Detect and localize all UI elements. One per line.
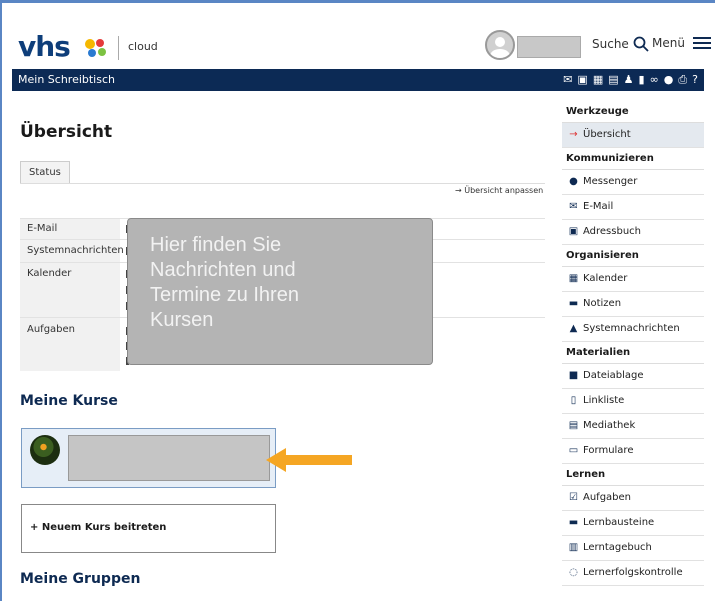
sidebar-item-systemnachrichten[interactable]: ▲ Systemnachrichten [562, 317, 704, 342]
page-title: Übersicht [20, 122, 113, 142]
sidebar-item-label: Systemnachrichten [583, 323, 680, 334]
sidebar-item-label: Formulare [583, 445, 634, 456]
status-label-systemnachrichten: Systemnachrichten [27, 245, 124, 256]
sidebar-item-label: Dateiablage [583, 370, 644, 381]
sidebar-item-email[interactable]: ✉ E-Mail [562, 195, 704, 220]
sidebar-item-kalender[interactable]: ▦ Kalender [562, 267, 704, 292]
overlay-line: Hier finden Sie [150, 234, 282, 256]
sidebar-item-lernerfolgskontrolle[interactable]: ◌ Lernerfolgskontrolle [562, 561, 704, 586]
search-label: Suche [592, 37, 629, 51]
sidebar-item-label: Linkliste [583, 395, 625, 406]
overlay-line: Kursen [150, 309, 214, 331]
course-thumbnail [30, 435, 60, 465]
adjust-overview-label: Übersicht anpassen [464, 186, 544, 195]
sidebar-item-aufgaben[interactable]: ☑ Aufgaben [562, 486, 704, 511]
arrow-icon: → [569, 129, 578, 140]
desk-title[interactable]: Mein Schreibtisch [18, 73, 115, 86]
search-icon [633, 36, 649, 52]
sidebar-item-adressbuch[interactable]: ▣ Adressbuch [562, 220, 704, 245]
status-label-aufgaben: Aufgaben [27, 324, 76, 335]
sidebar-item-label: Aufgaben [583, 492, 632, 503]
sidebar-item-label: Lernbausteine [583, 517, 655, 528]
notes-icon: ▬ [568, 298, 579, 309]
join-course-button[interactable]: + Neuem Kurs beitreten [21, 504, 276, 553]
mail-icon: ✉ [569, 201, 578, 212]
sidebar-item-label: Übersicht [583, 129, 631, 140]
navbar-icons: ✉ ▣ ▦ ▤ ♟ ▮ ∞ ● ⎙ ? [563, 73, 698, 87]
task-icon: ☑ [569, 492, 578, 503]
diary-icon: ▥ [568, 542, 579, 553]
sidebar-item-label: Mediathek [583, 420, 636, 431]
sidebar-section-kommunizieren: Kommunizieren [562, 148, 704, 170]
sidebar-item-label: Notizen [583, 298, 622, 309]
menu-button[interactable]: Menü [652, 36, 711, 50]
desk-navbar: Mein Schreibtisch ✉ ▣ ▦ ▤ ♟ ▮ ∞ ● ⎙ ? [12, 69, 704, 91]
addressbook-icon: ▣ [568, 226, 579, 237]
status-label-email: E-Mail [27, 223, 58, 234]
sidebar-item-formulare[interactable]: ▭ Formulare [562, 439, 704, 464]
adjust-overview-link[interactable]: → Übersicht anpassen [455, 186, 543, 195]
calendar-icon: ▦ [568, 273, 579, 284]
sidebar-section-organisieren: Organisieren [562, 245, 704, 267]
username-redacted[interactable] [517, 36, 581, 58]
tab-status[interactable]: Status [20, 161, 70, 184]
sidebar-item-mediathek[interactable]: ▤ Mediathek [562, 414, 704, 439]
courses-heading: Meine Kurse [20, 393, 118, 409]
sidebar-item-notizen[interactable]: ▬ Notizen [562, 292, 704, 317]
top-bar: vhs cloud Suche Menü [12, 20, 712, 68]
sidebar-item-lerntagebuch[interactable]: ▥ Lerntagebuch [562, 536, 704, 561]
status-label-kalender: Kalender [27, 268, 72, 279]
logo-cloud-label: cloud [128, 40, 158, 53]
mail-icon[interactable]: ✉ [563, 73, 572, 87]
print-icon[interactable]: ⎙ [678, 73, 687, 87]
tooltip-overlay: Hier finden Sie Nachrichten und Termine … [127, 218, 433, 365]
course-card[interactable] [21, 428, 276, 488]
search-button[interactable]: Suche [592, 36, 649, 52]
sidebar-section-lernen: Lernen [562, 464, 704, 486]
sidebar-item-label: Messenger [583, 176, 638, 187]
menu-label: Menü [652, 36, 685, 50]
linklist-icon: ▯ [570, 395, 577, 406]
overlay-line: Nachrichten und [150, 259, 296, 281]
logo-separator [118, 36, 119, 60]
logo-dots-icon [85, 39, 106, 57]
course-name-redacted[interactable] [68, 435, 270, 481]
sidebar-item-label: Lernerfolgskontrolle [583, 567, 683, 578]
form-icon: ▭ [568, 445, 579, 456]
pointer-arrow-icon [266, 448, 352, 472]
sidebar-item-lernbausteine[interactable]: ▬ Lernbausteine [562, 511, 704, 536]
hamburger-icon [692, 37, 711, 49]
sidebar-item-uebersicht[interactable]: → Übersicht [562, 123, 704, 148]
sidebar-item-messenger[interactable]: ● Messenger [562, 170, 704, 195]
warning-icon: ▲ [569, 323, 578, 334]
help-icon[interactable]: ? [692, 73, 698, 87]
sidebar-item-linkliste[interactable]: ▯ Linkliste [562, 389, 704, 414]
messenger-icon: ● [569, 176, 578, 187]
link-icon[interactable]: ∞ [650, 73, 659, 87]
media-icon: ▤ [568, 420, 579, 431]
calendar-icon[interactable]: ▦ [593, 73, 603, 87]
status-label-column [20, 218, 120, 371]
sidebar-item-dateiablage[interactable]: ■ Dateiablage [562, 364, 704, 389]
sidebar-section-materialien: Materialien [562, 342, 704, 364]
tab-divider [20, 183, 545, 184]
groups-heading: Meine Gruppen [20, 571, 141, 587]
sidebar: Werkzeuge → Übersicht Kommunizieren ● Mess… [562, 101, 704, 586]
location-icon[interactable]: ● [664, 73, 674, 87]
folder-icon: ■ [568, 370, 579, 381]
sidebar-item-label: Kalender [583, 273, 628, 284]
message-icon[interactable]: ▣ [577, 73, 587, 87]
sidebar-item-label: E-Mail [583, 201, 614, 212]
notes-icon[interactable]: ▤ [608, 73, 618, 87]
user-avatar[interactable] [485, 30, 515, 60]
module-icon: ▬ [568, 517, 579, 528]
sidebar-item-label: Lerntagebuch [583, 542, 652, 553]
progress-icon: ◌ [569, 567, 578, 578]
sidebar-item-label: Adressbuch [583, 226, 641, 237]
overlay-line: Termine zu Ihren [150, 284, 299, 306]
sidebar-section-werkzeuge: Werkzeuge [562, 101, 704, 123]
user-icon[interactable]: ♟ [624, 73, 634, 87]
vhs-logo[interactable]: vhs [18, 30, 71, 63]
bookmark-icon[interactable]: ▮ [639, 73, 645, 87]
